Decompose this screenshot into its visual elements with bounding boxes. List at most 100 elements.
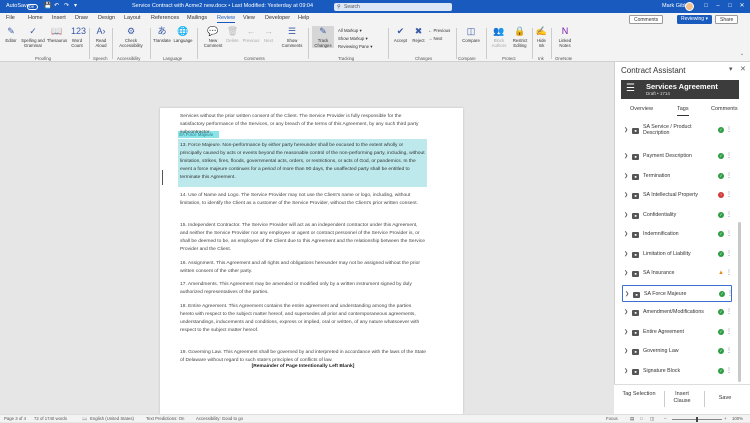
reviewing-pane-menu[interactable]: Reviewing Pane ▾ xyxy=(338,44,372,49)
save-icon[interactable]: 💾 xyxy=(44,0,51,13)
maximize-icon[interactable]: □ xyxy=(724,0,736,13)
tag-item[interactable]: ❯ ■ Indemnification ✓ ⋮ xyxy=(622,226,732,243)
hamburger-icon[interactable]: ☰ xyxy=(626,83,635,95)
reject-button[interactable]: ✖ Reject xyxy=(410,26,427,43)
next-comment-button[interactable]: → Next xyxy=(261,26,276,43)
tag-selection-button[interactable]: Tag Selection xyxy=(622,391,656,398)
tab-draw[interactable]: Draw xyxy=(75,15,88,21)
more-icon[interactable]: ⋮ xyxy=(726,363,732,380)
tag-item[interactable]: ❯ ■ Payment Description ✓ ⋮ xyxy=(622,148,732,165)
share-label: Share xyxy=(720,16,734,23)
restrict-editing-button[interactable]: 🔒 Restrict Editing xyxy=(510,26,530,48)
show-comments-button[interactable]: ☰ Show Comments xyxy=(280,26,304,48)
redo-icon[interactable]: ↷ xyxy=(64,0,69,13)
tab-file[interactable]: File xyxy=(6,15,15,21)
more-icon[interactable]: ⋮ xyxy=(726,246,732,263)
tab-review[interactable]: Review xyxy=(217,15,236,23)
collapse-ribbon-icon[interactable]: ⌃ xyxy=(740,53,744,58)
accept-button[interactable]: ✔ Accept xyxy=(392,26,409,43)
tab-help[interactable]: Help xyxy=(298,15,309,21)
tag-item[interactable]: ❯ ■ Signature Block ✓ ⋮ xyxy=(622,363,732,380)
group-language: Language xyxy=(163,56,183,61)
track-changes-button[interactable]: ✎ Track Changes xyxy=(312,26,334,48)
next-change-button[interactable]: → Next xyxy=(428,36,442,41)
track-changes-icon: ✎ xyxy=(319,26,327,36)
undo-icon[interactable]: ↶ xyxy=(54,0,59,13)
tag-item[interactable]: ❯ ■ SA Insurance ▲ ⋮ xyxy=(622,265,732,282)
more-icon[interactable]: ⋮ xyxy=(726,187,732,204)
chevron-right-icon: ❯ xyxy=(624,212,629,218)
linked-notes-button[interactable]: N Linked Notes xyxy=(554,26,576,48)
tag-icon: ■ xyxy=(632,309,639,316)
comments-button[interactable]: Comments xyxy=(629,14,664,24)
zoom-slider-thumb[interactable] xyxy=(696,416,698,422)
tab-home[interactable]: Home xyxy=(28,15,43,21)
tab-comments[interactable]: Comments xyxy=(711,106,738,112)
tag-item[interactable]: ❯ ■ Termination ✓ ⋮ xyxy=(622,168,732,185)
more-icon[interactable]: ⋮ xyxy=(726,207,732,224)
pane-close-icon[interactable]: ✕ xyxy=(740,65,746,73)
tag-item[interactable]: ❯ ■ Limitation of Liability ✓ ⋮ xyxy=(622,246,732,263)
tag-item-selected[interactable]: ❯ ■ SA Force Majeure ✓ ⋮ xyxy=(622,285,733,303)
tag-item[interactable]: ❯ ■ Confidentiality ✓ ⋮ xyxy=(622,207,732,224)
tab-developer[interactable]: Developer xyxy=(265,15,290,21)
tag-item[interactable]: ❯ ■ SA Service / Product Description ✓ ⋮ xyxy=(622,122,732,139)
show-markup-menu[interactable]: Show Markup ▾ xyxy=(338,36,368,41)
delete-comment-button[interactable]: 🗑 Delete xyxy=(224,26,241,43)
tag-item[interactable]: ❯ ■ Entire Agreement ✓ ⋮ xyxy=(622,324,732,341)
paragraph-force-majeure[interactable]: 13. Force Majeure. Non-performance by ei… xyxy=(180,142,426,182)
tab-mailings[interactable]: Mailings xyxy=(187,15,207,21)
tab-insert[interactable]: Insert xyxy=(52,15,66,21)
more-icon[interactable]: ⋮ xyxy=(726,168,732,185)
minimize-icon[interactable]: – xyxy=(712,0,724,13)
more-icon[interactable]: ⋮ xyxy=(726,304,732,321)
all-markup-select[interactable]: All Markup ▾ xyxy=(338,28,362,33)
read-aloud-button[interactable]: A› Read Aloud xyxy=(92,26,110,48)
more-icon[interactable]: ⋮ xyxy=(726,324,732,341)
share-button[interactable]: Share xyxy=(715,14,739,24)
error-icon: ! xyxy=(718,192,724,198)
compare-button[interactable]: ◫ Compare xyxy=(460,26,482,43)
avatar[interactable] xyxy=(685,2,694,11)
insert-clause-button[interactable]: Insert Clause xyxy=(668,391,696,405)
tab-overview[interactable]: Overview xyxy=(630,106,653,112)
customize-qa-icon[interactable]: ▾ xyxy=(74,0,77,13)
tab-layout[interactable]: Layout xyxy=(124,15,141,21)
block-authors-button[interactable]: 👥 Block Authors xyxy=(489,26,509,48)
tab-design[interactable]: Design xyxy=(98,15,115,21)
save-button[interactable]: Save xyxy=(712,395,738,402)
previous-change-button[interactable]: ← Previous xyxy=(428,28,450,33)
more-icon[interactable]: ⋮ xyxy=(726,148,732,165)
pane-scrollbar[interactable] xyxy=(738,222,741,382)
word-count-button[interactable]: 123 Word Count xyxy=(68,26,86,48)
editor-button[interactable]: ✎ Editor xyxy=(2,26,20,43)
tab-view[interactable]: View xyxy=(243,15,255,21)
hide-ink-button[interactable]: ✍ Hide Ink xyxy=(535,26,548,48)
previous-comment-button[interactable]: ← Previous xyxy=(241,26,261,43)
tag-item[interactable]: ❯ ■ SA Intellectual Property! ⋮ xyxy=(622,187,732,204)
more-icon[interactable]: ⋮ xyxy=(726,226,732,243)
check-accessibility-button[interactable]: ⚙ Check Accessibility xyxy=(114,26,148,48)
translate-button[interactable]: あ Translate xyxy=(152,26,172,43)
tab-references[interactable]: References xyxy=(151,15,179,21)
tag-item[interactable]: ❯ ■ Governing Law ✓ ⋮ xyxy=(622,343,732,360)
more-icon[interactable]: ⋮ xyxy=(727,286,733,303)
thesaurus-button[interactable]: 📖 Thesaurus xyxy=(46,26,68,43)
close-icon[interactable]: ✕ xyxy=(736,0,748,13)
more-icon[interactable]: ⋮ xyxy=(726,265,732,282)
more-icon[interactable]: ⋮ xyxy=(726,343,732,360)
new-comment-button[interactable]: 💬 New Comment xyxy=(202,26,224,48)
reviewing-button[interactable]: Reviewing ▾ xyxy=(677,14,712,24)
more-icon[interactable]: ⋮ xyxy=(726,122,732,139)
tag-item[interactable]: ❯ ■ Amendment/Modifications ✓ ⋮ xyxy=(622,304,732,321)
autosave-toggle[interactable]: Off xyxy=(27,3,38,10)
accept-label: Accept xyxy=(393,38,408,43)
block-authors-icon: 👥 xyxy=(493,26,505,36)
pane-options-icon[interactable]: ▾ xyxy=(729,65,733,73)
search-box[interactable]: ⚲ Search xyxy=(334,2,452,11)
spelling-button[interactable]: ✓ Spelling and Grammar xyxy=(20,26,46,48)
ribbon-display-icon[interactable]: □ xyxy=(700,0,712,13)
tab-tags[interactable]: Tags xyxy=(677,106,689,116)
language-button[interactable]: 🌐 Language xyxy=(172,26,194,43)
draft-label: Draft • 1714 xyxy=(646,91,670,96)
